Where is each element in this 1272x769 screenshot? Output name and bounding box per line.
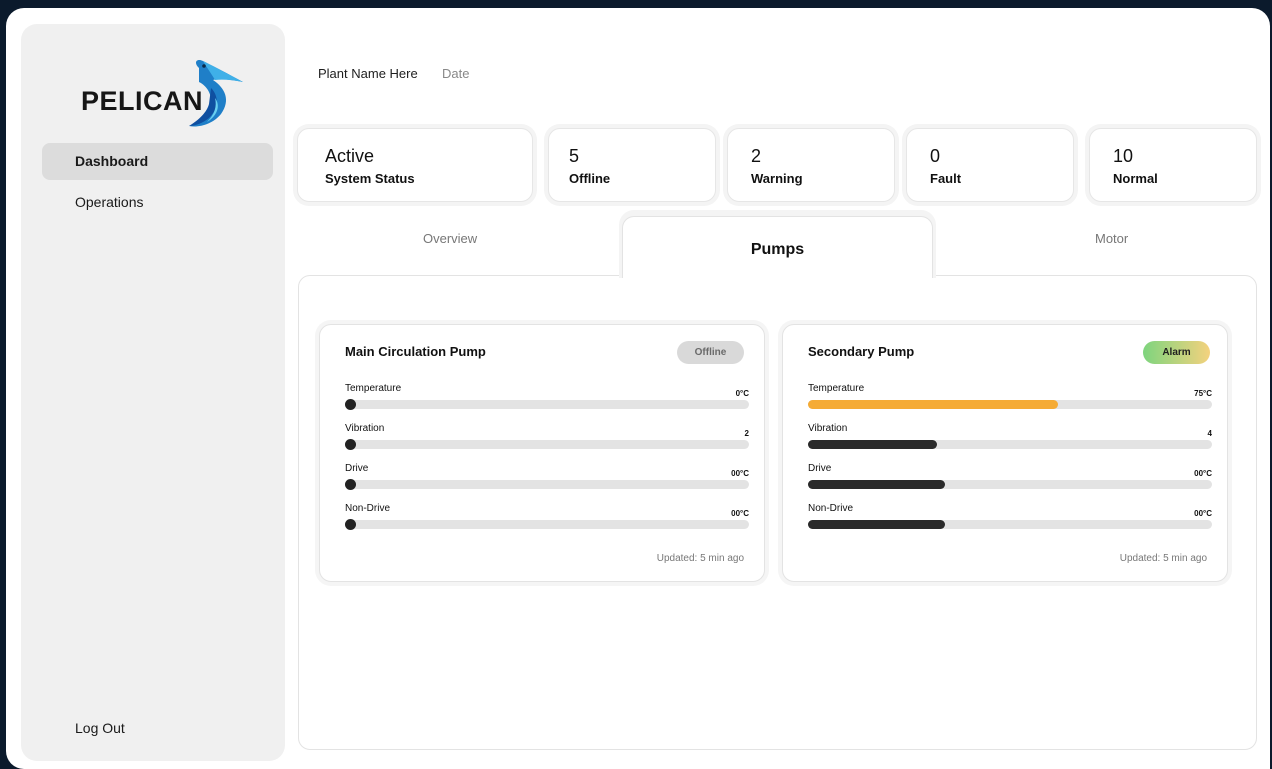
pump-card-main[interactable]: Main Circulation Pump Offline Temperatur… xyxy=(319,324,765,582)
metric-vibration: Vibration 2 xyxy=(345,423,749,459)
metric-track xyxy=(345,439,749,450)
stat-card-offline[interactable]: 5 Offline xyxy=(548,128,716,202)
metric-label: Drive xyxy=(345,463,369,474)
metric-track xyxy=(345,479,749,490)
metric-value: 4 xyxy=(1207,429,1212,438)
sidebar: PELICAN Dashboard Operations Log Out xyxy=(21,24,285,761)
pump-card-secondary[interactable]: Secondary Pump Alarm Temperature 75°C Vi… xyxy=(782,324,1228,582)
logout-button[interactable]: Log Out xyxy=(75,720,125,736)
sidebar-item-operations[interactable]: Operations xyxy=(42,184,273,221)
metric-track xyxy=(808,520,1212,529)
stat-value: 10 xyxy=(1113,146,1134,166)
metric-track xyxy=(808,440,1212,449)
metric-track xyxy=(345,399,749,410)
metric-track xyxy=(808,400,1212,409)
metric-temperature: Temperature 0°C xyxy=(345,383,749,419)
pelican-logo[interactable]: PELICAN xyxy=(79,58,249,130)
app-window: PELICAN Dashboard Operations Log Out Pla… xyxy=(6,8,1270,769)
stat-label: System Status xyxy=(325,171,415,186)
metric-label: Vibration xyxy=(345,423,385,434)
metric-label: Vibration xyxy=(808,423,848,434)
sidebar-item-dashboard[interactable]: Dashboard xyxy=(42,143,273,180)
metric-label: Non-Drive xyxy=(808,503,854,514)
metric-dot xyxy=(345,439,356,450)
metric-fill xyxy=(808,520,946,529)
status-badge-alarm: Alarm xyxy=(1143,341,1210,364)
metric-track xyxy=(345,519,749,530)
plant-date: Date xyxy=(442,66,470,81)
tab-connector xyxy=(623,270,932,278)
stat-label: Fault xyxy=(930,171,962,186)
metric-non-drive: Non-Drive 00°C xyxy=(345,503,749,539)
tab-pumps[interactable]: Pumps xyxy=(622,216,933,278)
updated-timestamp: Updated: 5 min ago xyxy=(1119,553,1207,564)
metric-label: Non-Drive xyxy=(345,503,391,514)
stat-value: Active xyxy=(325,146,375,166)
metric-value: 00°C xyxy=(1194,469,1212,478)
stat-label: Normal xyxy=(1113,171,1158,186)
stat-label: Warning xyxy=(751,171,803,186)
stat-card-warning[interactable]: 2 Warning xyxy=(727,128,895,202)
updated-timestamp: Updated: 5 min ago xyxy=(656,553,744,564)
metric-dot xyxy=(345,399,356,410)
metric-temperature: Temperature 75°C xyxy=(808,383,1212,419)
metric-track xyxy=(808,480,1212,489)
pelican-bird-icon xyxy=(189,59,243,127)
metric-label: Drive xyxy=(808,463,832,474)
plant-name: Plant Name Here xyxy=(318,66,418,81)
stat-card-fault[interactable]: 0 Fault xyxy=(906,128,1074,202)
metric-fill xyxy=(808,480,946,489)
metric-dot xyxy=(345,519,356,530)
stat-value: 0 xyxy=(930,146,941,166)
metric-label: Temperature xyxy=(808,383,865,394)
metric-drive: Drive 00°C xyxy=(345,463,749,499)
metric-value: 00°C xyxy=(731,469,749,478)
stat-card-normal[interactable]: 10 Normal xyxy=(1089,128,1257,202)
metric-fill xyxy=(808,400,1059,409)
stat-label: Offline xyxy=(569,171,611,186)
metric-value: 75°C xyxy=(1194,389,1212,398)
metric-label: Temperature xyxy=(345,383,402,394)
stat-value: 2 xyxy=(751,146,762,166)
stat-card-system-status[interactable]: Active System Status xyxy=(297,128,533,202)
stat-value: 5 xyxy=(569,146,580,166)
metric-value: 0°C xyxy=(735,389,749,398)
metric-value: 00°C xyxy=(1194,509,1212,518)
pump-title: Main Circulation Pump xyxy=(345,344,486,359)
metric-value: 00°C xyxy=(731,509,749,518)
pump-title: Secondary Pump xyxy=(808,344,915,359)
metric-dot xyxy=(345,479,356,490)
tab-overview[interactable]: Overview xyxy=(423,231,477,246)
status-badge-offline: Offline xyxy=(677,341,744,364)
tab-motor[interactable]: Motor xyxy=(1095,231,1128,246)
metric-drive: Drive 00°C xyxy=(808,463,1212,499)
metric-fill xyxy=(808,440,938,449)
metric-value: 2 xyxy=(744,429,749,438)
metric-non-drive: Non-Drive 00°C xyxy=(808,503,1212,539)
metric-vibration: Vibration 4 xyxy=(808,423,1212,459)
